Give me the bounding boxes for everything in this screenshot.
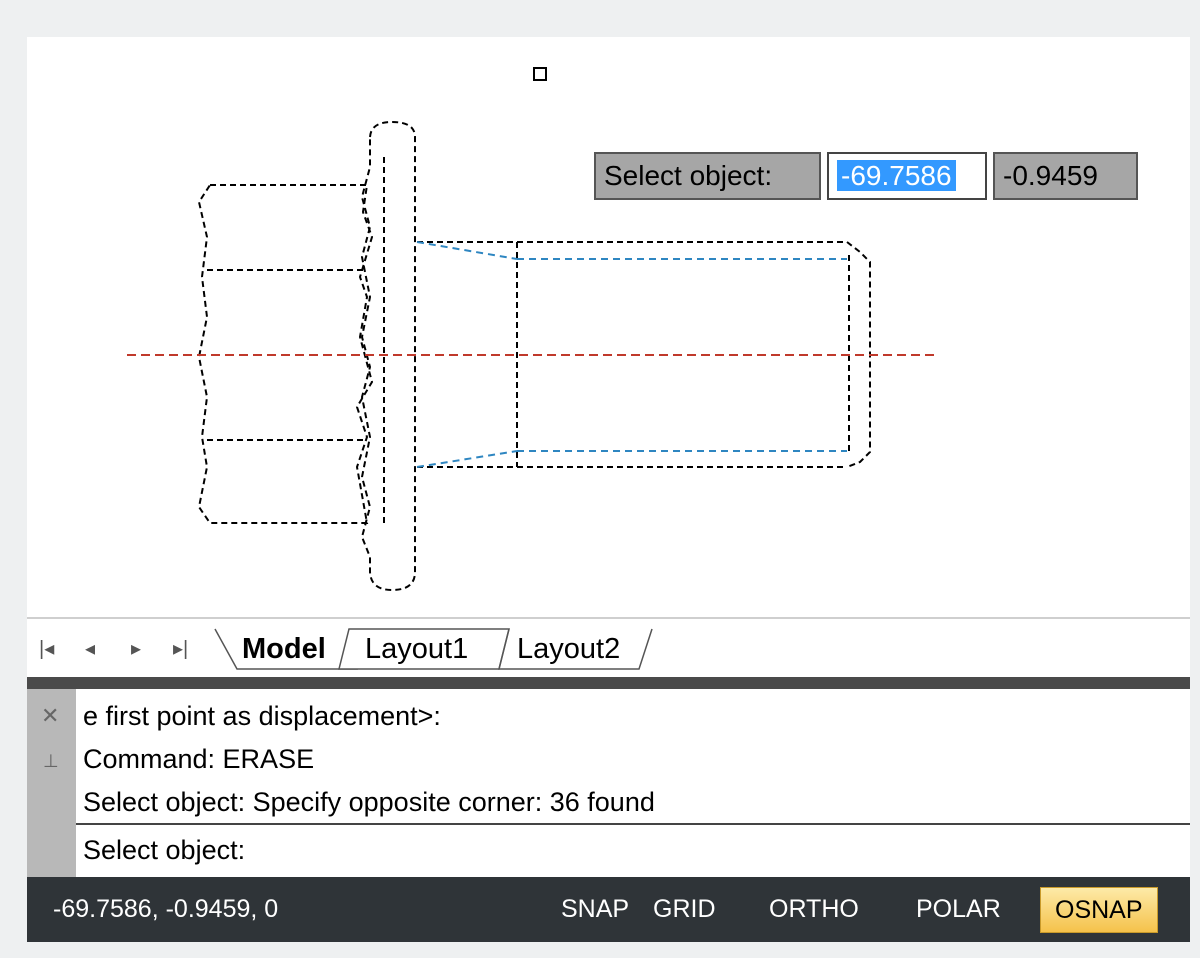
command-window-handle[interactable]: ✕ ⊥ — [27, 689, 76, 877]
command-window-splitter[interactable] — [27, 677, 1190, 689]
tab-model[interactable]: Model — [232, 627, 336, 671]
tab-layout1[interactable]: Layout1 — [355, 627, 478, 671]
ortho-toggle[interactable]: ORTHO — [755, 887, 873, 931]
bolt-drawing[interactable] — [27, 37, 1190, 617]
grid-toggle[interactable]: GRID — [639, 887, 730, 931]
dynamic-input-y-field[interactable]: -0.9459 — [993, 152, 1138, 200]
history-line: e first point as displacement>: — [83, 701, 441, 731]
last-tab-icon[interactable]: ▸| — [173, 637, 188, 661]
polar-toggle[interactable]: POLAR — [902, 887, 1015, 931]
first-tab-icon[interactable]: |◂ — [39, 637, 54, 661]
command-input-text: Select object: — [83, 835, 246, 865]
history-line: Select object: Specify opposite corner: … — [83, 787, 655, 817]
osnap-toggle[interactable]: OSNAP — [1040, 887, 1158, 933]
status-bar: -69.7586, -0.9459, 0 SNAP GRID ORTHO POL… — [27, 877, 1190, 942]
snap-toggle[interactable]: SNAP — [547, 887, 643, 931]
prev-tab-icon[interactable]: ◂ — [85, 637, 95, 661]
drawing-canvas[interactable]: Select object: -69.7586 -0.9459 — [27, 37, 1190, 617]
close-icon[interactable]: ✕ — [41, 703, 59, 729]
dynamic-input-x-field[interactable]: -69.7586 — [827, 152, 987, 200]
autocad-window: Select object: -69.7586 -0.9459 |◂ ◂ ▸ ▸… — [27, 37, 1190, 942]
next-tab-icon[interactable]: ▸ — [131, 637, 141, 661]
dynamic-input-x-value: -69.7586 — [837, 160, 956, 191]
dynamic-input-prompt: Select object: — [594, 152, 821, 200]
pin-icon[interactable]: ⊥ — [43, 751, 59, 772]
pickbox-cursor — [533, 67, 547, 81]
command-history: e first point as displacement>: Command:… — [76, 689, 1190, 825]
command-window: ✕ ⊥ e first point as displacement>: Comm… — [27, 689, 1190, 877]
history-line: Command: ERASE — [83, 744, 315, 774]
command-input[interactable]: Select object: — [76, 825, 1190, 877]
layout-tab-bar: |◂ ◂ ▸ ▸| Model Layout1 Layout2 — [27, 617, 1190, 679]
tab-layout2[interactable]: Layout2 — [507, 627, 630, 671]
coordinates-readout[interactable]: -69.7586, -0.9459, 0 — [53, 877, 278, 942]
